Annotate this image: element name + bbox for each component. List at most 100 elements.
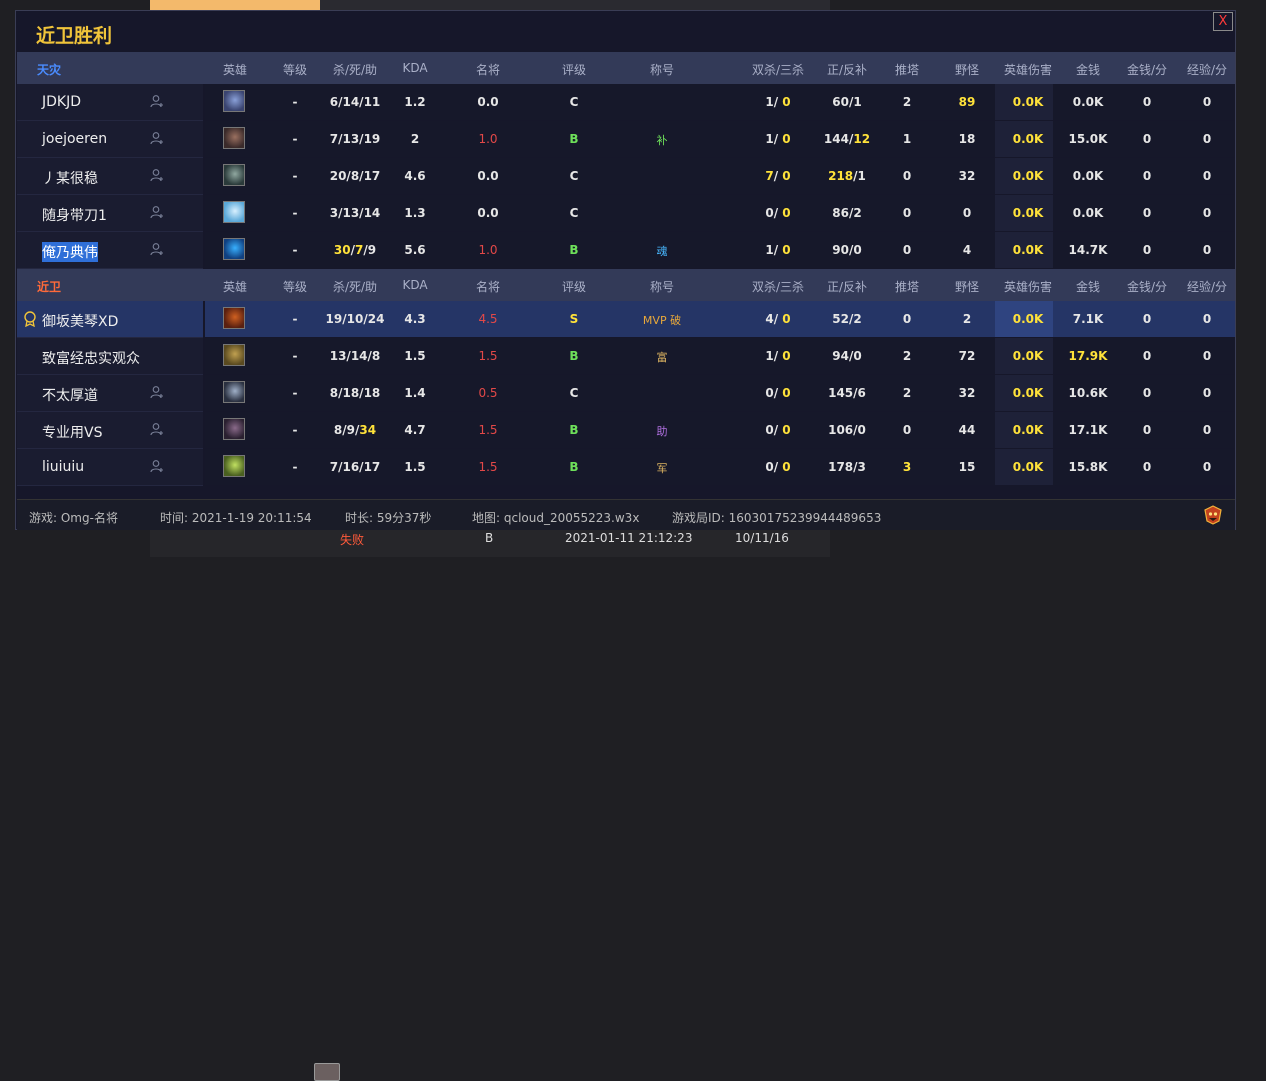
- level-value: -: [293, 349, 298, 363]
- column-header-gpm[interactable]: 金钱/分: [1127, 61, 1167, 78]
- hero-portrait-icon[interactable]: [223, 455, 245, 477]
- column-header-xpm[interactable]: 经验/分: [1187, 278, 1227, 295]
- player-row[interactable]: 不太厚道 -8/18/18 1.4 0.5 C 0/ 0 145/6 2 32 0.0K 10.6K…: [17, 375, 1235, 412]
- grade-value: C: [570, 386, 579, 400]
- player-name[interactable]: 专业用VS: [42, 422, 102, 442]
- add-friend-icon[interactable]: [150, 168, 164, 182]
- column-header-ksd[interactable]: 杀/死/助: [333, 61, 377, 78]
- player-name[interactable]: joejoeren: [42, 131, 107, 147]
- column-header-cs[interactable]: 正/反补: [827, 61, 867, 78]
- column-header-nickname[interactable]: 称号: [650, 278, 674, 295]
- player-name-cell: JDKJD: [17, 84, 203, 121]
- last-hits: 52: [832, 312, 849, 326]
- column-header-multi[interactable]: 双杀/三杀: [752, 278, 804, 295]
- jungle-value: 44: [959, 423, 976, 437]
- player-row[interactable]: 俺乃典伟 -30/7/9 5.6 1.0 B 魂 1/ 0 90/0 0 4 0.0K 14.7K 0 0: [17, 232, 1235, 269]
- column-header-xpm[interactable]: 经验/分: [1187, 61, 1227, 78]
- player-row[interactable]: 随身带刀1-3/13/14 1.3 0.0 C 0/ 0 86/2 0 0 0.0K 0.0K 0 0: [17, 195, 1235, 232]
- column-header-title[interactable]: 名将: [476, 278, 500, 295]
- player-row[interactable]: liuiuiu -7/16/17 1.5 1.5 B 军 0/ 0 178/3 3 15 0.0K 1…: [17, 449, 1235, 486]
- background-history-row[interactable]: 失败 B 2021-01-11 21:12:23 10/11/16: [150, 530, 830, 1081]
- column-header-damage[interactable]: 英雄伤害: [1004, 61, 1052, 78]
- deaths: 18: [342, 386, 360, 400]
- kda-value: 1.5: [404, 349, 425, 363]
- column-header-jungle[interactable]: 野怪: [955, 278, 979, 295]
- hero-damage: 0.0K: [1013, 169, 1044, 183]
- gpm-text: 0: [1142, 95, 1152, 109]
- hero-portrait-icon[interactable]: [223, 307, 245, 329]
- gold-text: 15.0K: [1068, 132, 1108, 146]
- towers-value: 2: [903, 386, 911, 400]
- damage-text: 0.0K: [1012, 423, 1044, 437]
- player-row[interactable]: JDKJD -6/14/11 1.2 0.0 C 1/ 0 60/1 2 89 0.0K 0.0K 0…: [17, 84, 1235, 121]
- gold-per-minute: 0: [1143, 95, 1151, 109]
- column-header-towers[interactable]: 推塔: [895, 278, 919, 295]
- column-header-cs[interactable]: 正/反补: [827, 278, 867, 295]
- add-friend-icon[interactable]: [150, 385, 164, 399]
- player-name[interactable]: JDKJD: [42, 94, 81, 110]
- close-button[interactable]: X: [1213, 12, 1233, 31]
- column-header-multi[interactable]: 双杀/三杀: [752, 61, 804, 78]
- hero-portrait-icon[interactable]: [223, 238, 245, 260]
- last-hits: 178: [828, 460, 854, 474]
- player-name[interactable]: 不太厚道: [42, 385, 98, 405]
- hero-portrait-icon[interactable]: [223, 90, 245, 112]
- hero-portrait-icon[interactable]: [223, 381, 245, 403]
- level-text: -: [292, 206, 298, 220]
- level-text: -: [292, 169, 298, 183]
- add-friend-icon[interactable]: [150, 242, 164, 256]
- column-header-title[interactable]: 名将: [476, 61, 500, 78]
- player-name[interactable]: 致富经忠实观众: [42, 348, 140, 368]
- column-header-level[interactable]: 等级: [283, 278, 307, 295]
- damage-text: 0.0K: [1012, 312, 1044, 326]
- column-header-gold[interactable]: 金钱: [1076, 61, 1100, 78]
- hero-portrait-icon[interactable]: [223, 418, 245, 440]
- nickname-badge: 富: [656, 351, 668, 364]
- column-header-nickname[interactable]: 称号: [650, 61, 674, 78]
- column-header-towers[interactable]: 推塔: [895, 61, 919, 78]
- sep: /: [773, 243, 783, 257]
- player-name[interactable]: 丿某很稳: [42, 168, 98, 188]
- grade-value: B: [569, 423, 578, 437]
- kill-death-assist: 20/8/17: [330, 169, 381, 183]
- add-friend-icon[interactable]: [150, 131, 164, 145]
- column-header-gpm[interactable]: 金钱/分: [1127, 278, 1167, 295]
- player-row[interactable]: 致富经忠实观众 -13/14/8 1.5 1.5 B 富 1/ 0 94/0 2 72 0.0K 17…: [17, 338, 1235, 375]
- column-header-damage[interactable]: 英雄伤害: [1004, 278, 1052, 295]
- column-header-grade[interactable]: 评级: [562, 278, 586, 295]
- creep-score: 60/1: [832, 95, 861, 109]
- add-friend-icon[interactable]: [150, 459, 164, 473]
- column-header-level[interactable]: 等级: [283, 61, 307, 78]
- gold-value: 0.0K: [1073, 169, 1104, 183]
- column-header-ksd[interactable]: 杀/死/助: [333, 278, 377, 295]
- column-header-jungle[interactable]: 野怪: [955, 61, 979, 78]
- player-row[interactable]: 丿某很稳 -20/8/17 4.6 0.0 C 7/ 0 218/1 0 32 0.0K 0.0K 0…: [17, 158, 1235, 195]
- grade-text: B: [569, 423, 579, 437]
- column-header-kda[interactable]: KDA: [402, 61, 427, 75]
- column-header-hero[interactable]: 英雄: [223, 278, 247, 295]
- player-name[interactable]: 俺乃典伟: [42, 242, 98, 262]
- hero-portrait-icon[interactable]: [223, 344, 245, 366]
- column-header-grade[interactable]: 评级: [562, 61, 586, 78]
- player-name[interactable]: liuiuiu: [42, 459, 84, 475]
- creep-score: 52/2: [832, 312, 861, 326]
- column-header-gold[interactable]: 金钱: [1076, 278, 1100, 295]
- level-text: -: [292, 460, 298, 474]
- denies: 1: [857, 169, 866, 183]
- column-header-kda[interactable]: KDA: [402, 278, 427, 292]
- player-name[interactable]: 御坂美琴XD: [42, 311, 118, 331]
- add-friend-icon[interactable]: [150, 205, 164, 219]
- damage-text: 0.0K: [1012, 95, 1044, 109]
- player-row[interactable]: 专业用VS -8/9/34 4.7 1.5 B 助 0/ 0 106/0 0 44 0.0K 17.1…: [17, 412, 1235, 449]
- column-header-hero[interactable]: 英雄: [223, 61, 247, 78]
- xpm-text: 0: [1202, 206, 1212, 220]
- hero-portrait-icon[interactable]: [223, 201, 245, 223]
- add-friend-icon[interactable]: [150, 422, 164, 436]
- player-row[interactable]: 御坂美琴XD -19/10/24 4.3 4.5 S MVP 破 4/ 0 52/2 0 2 0.0…: [17, 301, 1235, 338]
- add-friend-icon[interactable]: [150, 94, 164, 108]
- player-name[interactable]: 随身带刀1: [42, 205, 107, 225]
- hero-portrait-icon[interactable]: [223, 164, 245, 186]
- hero-portrait-icon[interactable]: [223, 127, 245, 149]
- player-name-cell: 致富经忠实观众: [17, 338, 203, 375]
- player-row[interactable]: joejoeren -7/13/19 2 1.0 B 补 1/ 0 144/12 1 18 0.0K…: [17, 121, 1235, 158]
